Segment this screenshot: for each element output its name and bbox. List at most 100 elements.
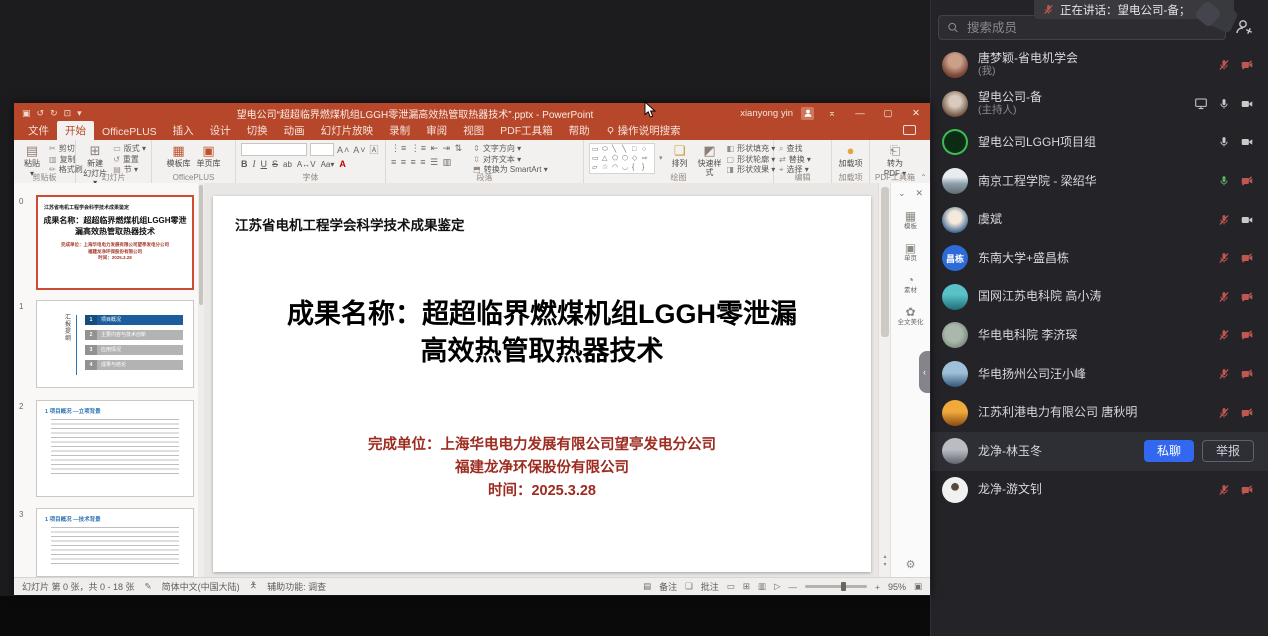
participant-row[interactable]: 龙净-游文钊 [930,471,1268,510]
redo-icon[interactable]: ↻ [50,108,58,119]
tab-幻灯片放映[interactable]: 幻灯片放映 [313,121,382,140]
sorter-view-icon[interactable]: ⊞ [743,581,750,592]
single-page-library-button[interactable]: ▣ 单页库 [196,143,222,168]
italic-button[interactable]: I [253,159,256,169]
shape-fill-button[interactable]: ◧形状填充 ▾ [727,144,776,154]
restore-button[interactable]: ▢ [878,108,898,119]
mic-icon[interactable] [1218,407,1230,419]
sidebar-tool-素材[interactable]: ◔素材 [891,274,930,295]
tab-帮助[interactable]: 帮助 [561,121,598,140]
gear-icon[interactable]: ⚙ [891,558,930,571]
mic-icon[interactable] [1218,291,1230,303]
camera-icon[interactable] [1240,175,1254,187]
camera-icon[interactable] [1240,291,1254,303]
template-library-button[interactable]: ▦ 模板库 [166,143,192,168]
participant-row[interactable]: 国网江苏电科院 高小涛 [930,278,1268,317]
participant-row[interactable]: 唐梦颖-省电机学会 (我) [930,46,1268,85]
thumbnail-slide-1[interactable]: 汇报提纲 1项目概况2主要内容与技术创新3应用情况4成果与结论 [36,300,194,388]
layout-button[interactable]: ▭版式 ▾ [113,144,146,154]
mic-icon[interactable] [1218,329,1230,341]
camera-icon[interactable] [1240,252,1254,264]
tab-文件[interactable]: 文件 [20,121,57,140]
camera-icon[interactable] [1240,214,1254,226]
qat-dropdown-icon[interactable]: ▾ [77,108,82,119]
addins-button[interactable]: ● 加载项 [838,143,864,168]
zoom-slider[interactable] [805,585,867,588]
tab-切换[interactable]: 切换 [239,121,276,140]
participant-row[interactable]: 华电扬州公司汪小峰 [930,355,1268,394]
font-size-box[interactable] [310,143,334,156]
shape-outline-button[interactable]: ▢形状轮廓 ▾ [727,155,776,165]
accessibility-status[interactable]: 辅助功能: 调查 [267,580,326,593]
font-name-box[interactable] [241,143,307,156]
char-spacing-button[interactable]: A↔V [297,160,316,169]
comments-icon[interactable]: ❏ [685,581,693,592]
clear-format-icon[interactable]: 🄰 [370,143,380,156]
mic-icon[interactable] [1218,214,1230,226]
sidebar-tool-全文美化[interactable]: ✿全文美化 [891,306,930,327]
tab-PDF工具箱[interactable]: PDF工具箱 [492,121,561,140]
tab-设计[interactable]: 设计 [202,121,239,140]
shadow-button[interactable]: ab [283,160,292,169]
participant-row[interactable]: 望电公司LGGH项目组 [930,123,1268,162]
mic-icon[interactable] [1218,59,1230,71]
tab-OfficePLUS[interactable]: OfficePLUS [94,124,165,140]
chevron-down-icon[interactable]: ⌄ [898,188,906,199]
language-indicator[interactable]: 简体中文(中国大陆) [162,580,240,593]
close-button[interactable]: ✕ [906,108,926,119]
participant-row[interactable]: 南京工程学院 - 梁绍华 [930,162,1268,201]
camera-icon[interactable] [1240,59,1254,71]
mic-icon[interactable] [1218,252,1230,264]
mic-icon[interactable] [1218,368,1230,380]
strike-button[interactable]: S [272,159,278,169]
change-case-button[interactable]: Aa▾ [321,160,335,169]
sidebar-tool-模板[interactable]: ▦模板 [891,210,930,231]
slideshow-view-icon[interactable]: ▷ [774,581,781,592]
undo-icon[interactable]: ↺ [37,108,45,119]
private-chat-button[interactable]: 私聊 [1144,440,1194,462]
tab-审阅[interactable]: 审阅 [418,121,455,140]
notes-icon[interactable]: ▤ [643,581,651,592]
report-button[interactable]: 举报 [1202,440,1254,462]
font-color-button[interactable]: A [339,159,346,169]
minimize-button[interactable]: — [850,108,870,119]
replace-button[interactable]: ⇄替换 ▾ [779,155,811,165]
mic-icon[interactable] [1218,484,1230,496]
prev-next-slide-buttons[interactable]: ▴▾ [880,553,890,569]
save-icon[interactable]: ▣ [22,108,31,119]
collapse-panel-tab[interactable]: ‹ [919,351,930,393]
camera-icon[interactable] [1240,329,1254,341]
mic-icon[interactable] [1218,175,1230,187]
thumbnail-slide-3[interactable]: 1 项目概况 —技术背景 [36,508,194,577]
normal-view-icon[interactable]: ▭ [727,581,735,592]
find-button[interactable]: ⌕查找 [779,144,811,154]
participant-row[interactable]: 虞斌 [930,200,1268,239]
zoom-in-icon[interactable]: + [875,582,880,592]
tab-动画[interactable]: 动画 [276,121,313,140]
thumbnail-slide-2[interactable]: 1 项目概况 —立项背景 [36,400,194,497]
arrange-button[interactable]: ❏ 排列 [667,143,693,168]
fit-window-icon[interactable]: ▣ [914,581,922,592]
underline-button[interactable]: U [261,159,268,169]
reset-button[interactable]: ↺重置 [113,155,146,165]
camera-icon[interactable] [1240,484,1254,496]
panel-close-icon[interactable]: ✕ [915,188,923,199]
participant-row[interactable]: 华电电科院 李济琛 [930,316,1268,355]
camera-icon[interactable] [1240,98,1254,110]
tell-me-search-tab[interactable]: 操作说明搜索 [598,121,689,140]
bold-button[interactable]: B [241,159,248,169]
align-text-button[interactable]: ⇳对齐文本 ▾ [473,155,548,165]
zoom-level[interactable]: 95% [888,582,906,592]
participant-row[interactable]: 江苏利港电力有限公司 唐秋明 [930,393,1268,432]
tab-开始[interactable]: 开始 [57,121,94,140]
participant-row[interactable]: 昌栋 东南大学+盛昌栋 [930,239,1268,278]
ribbon-display-options-icon[interactable]: ⌅ [822,108,842,119]
list-indent-icons[interactable]: ⋮≡ ⋮≡ ⇤ ⇥ ⇅ [391,143,463,154]
slideshow-icon[interactable]: ⊡ [64,108,72,119]
sidebar-tool-单页[interactable]: ▣单页 [891,242,930,263]
participant-row[interactable]: 望电公司-备 (主持人) [930,85,1268,124]
shapes-more-icon[interactable]: ▾ [659,154,663,162]
camera-icon[interactable] [1240,368,1254,380]
participant-row[interactable]: 龙净-林玉冬 私聊 举报 [930,432,1268,471]
current-slide[interactable]: 江苏省电机工程学会科学技术成果鉴定 成果名称：超超临界燃煤机组LGGH零泄漏 高… [213,196,871,572]
